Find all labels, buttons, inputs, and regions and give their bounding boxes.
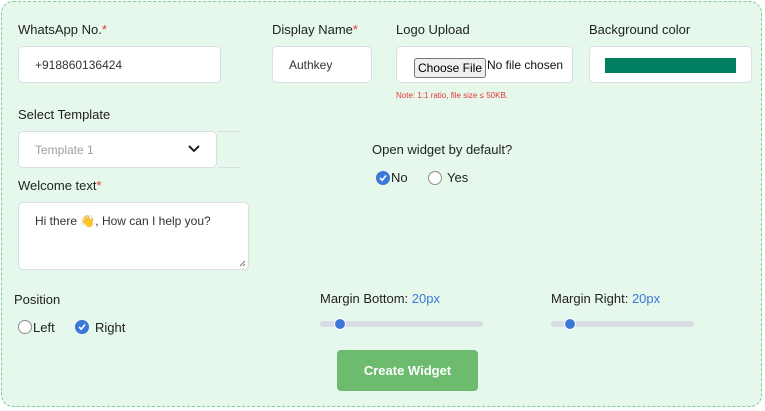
- open-widget-no-radio[interactable]: [376, 171, 390, 185]
- logo-upload-note: Note: 1:1 ratio, file size ≤ 50KB.: [396, 91, 508, 100]
- create-widget-button[interactable]: Create Widget: [337, 350, 478, 391]
- check-icon: [78, 323, 86, 331]
- file-status-text: No file chosen: [487, 57, 564, 72]
- select-template-label: Select Template: [18, 107, 111, 122]
- whatsapp-label: WhatsApp No.*: [18, 22, 107, 37]
- margin-bottom-label: Margin Bottom: 20px: [320, 291, 440, 306]
- position-label: Position: [14, 292, 61, 307]
- margin-bottom-value: 20px: [411, 291, 440, 306]
- template-select-addon: [218, 131, 240, 168]
- display-name-label: Display Name*: [272, 22, 358, 37]
- margin-right-value: 20px: [631, 291, 661, 306]
- background-color-label: Background color: [589, 22, 691, 37]
- margin-right-slider-thumb[interactable]: [564, 318, 576, 330]
- chevron-down-icon: [188, 145, 200, 153]
- open-widget-yes-label[interactable]: Yes: [447, 170, 468, 185]
- margin-right-label: Margin Right: 20px: [551, 291, 661, 306]
- welcome-text-label: Welcome text*: [18, 178, 102, 193]
- logo-file-input[interactable]: Choose File No file chosen: [396, 46, 573, 83]
- position-left-radio[interactable]: [18, 320, 32, 334]
- position-right-radio[interactable]: [75, 320, 89, 334]
- display-name-value: Authkey: [289, 57, 333, 72]
- open-widget-yes-radio[interactable]: [428, 171, 442, 185]
- check-icon: [379, 174, 387, 182]
- open-widget-label: Open widget by default?: [372, 142, 513, 157]
- whatsapp-input[interactable]: +918860136424: [18, 46, 221, 83]
- template-select[interactable]: Template 1: [18, 131, 217, 168]
- background-color-input[interactable]: [589, 46, 752, 83]
- position-right-label[interactable]: Right: [95, 320, 125, 335]
- margin-bottom-slider-thumb[interactable]: [334, 318, 346, 330]
- choose-file-button[interactable]: Choose File: [414, 58, 486, 78]
- open-widget-no-label[interactable]: No: [391, 170, 408, 185]
- display-name-input[interactable]: Authkey: [272, 46, 372, 83]
- position-left-label[interactable]: Left: [33, 320, 55, 335]
- welcome-textarea[interactable]: Hi there 👋, How can I help you?: [18, 202, 249, 270]
- logo-upload-label: Logo Upload: [396, 22, 470, 37]
- template-selected-value: Template 1: [35, 142, 94, 157]
- welcome-text-value: Hi there 👋, How can I help you?: [35, 214, 211, 228]
- whatsapp-value: +918860136424: [35, 57, 123, 72]
- color-swatch: [605, 58, 736, 73]
- resize-handle-icon[interactable]: [239, 260, 246, 267]
